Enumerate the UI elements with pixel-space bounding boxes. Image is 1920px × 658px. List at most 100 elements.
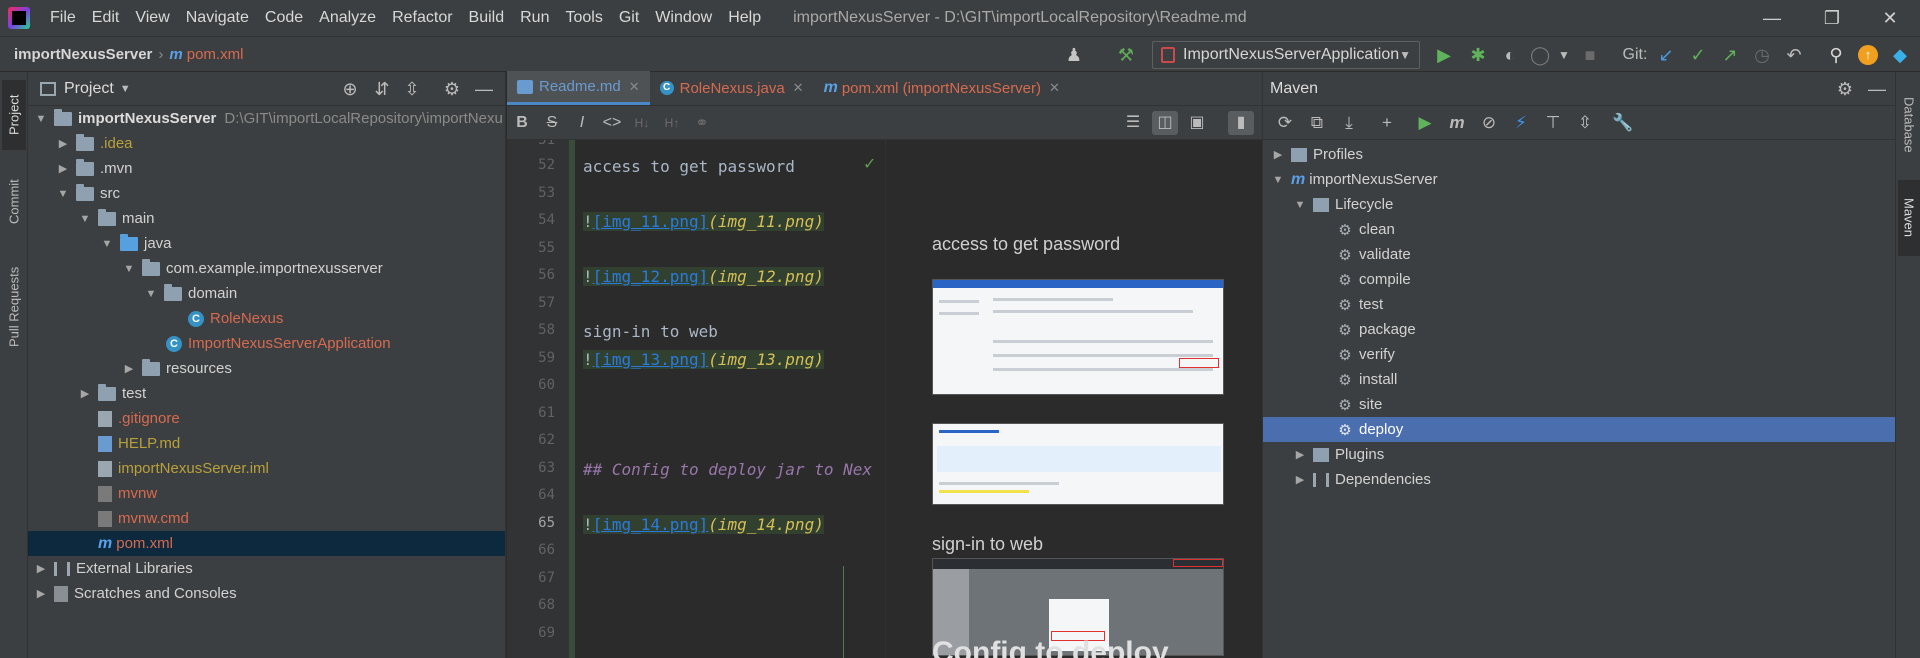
collapse-all-icon[interactable]: ⇳ [402, 79, 422, 99]
chevron-down-icon[interactable]: ▼ [56, 188, 70, 200]
markdown-preview[interactable]: access to get password sign-in to web Co… [885, 140, 1262, 658]
breadcrumb-project[interactable]: importNexusServer [14, 46, 152, 63]
maven-goal-clean[interactable]: ⚙ clean [1263, 217, 1896, 242]
italic-icon[interactable]: I [567, 114, 597, 132]
close-tab-icon[interactable]: ✕ [793, 80, 804, 96]
tree-item-gitignore[interactable]: .gitignore [28, 406, 505, 431]
hide-panel-icon[interactable]: — [1867, 79, 1887, 99]
git-push-icon[interactable]: ↗ [1720, 45, 1740, 65]
tool-tab-project[interactable]: Project [2, 80, 26, 150]
search-icon[interactable]: ⚲ [1826, 45, 1846, 65]
updates-icon[interactable]: ↑ [1858, 45, 1878, 65]
tree-item-idea[interactable]: ▶ .idea [28, 131, 505, 156]
chevron-right-icon[interactable]: ▶ [122, 362, 136, 375]
locate-icon[interactable]: ⊕ [340, 79, 360, 99]
menu-tools[interactable]: Tools [557, 9, 610, 27]
debug-icon[interactable]: ✱ [1468, 45, 1488, 65]
maven-item-lifecycle[interactable]: ▼ Lifecycle [1263, 192, 1896, 217]
maven-goal-site[interactable]: ⚙ site [1263, 392, 1896, 417]
chevron-right-icon[interactable]: ▶ [56, 162, 70, 175]
maven-goal-deploy[interactable]: ⚙ deploy [1263, 417, 1896, 442]
preview-only-icon[interactable]: ▣ [1184, 111, 1210, 135]
skip-tests-icon[interactable]: ⚡ [1505, 113, 1537, 133]
tool-tab-database[interactable]: Database [1898, 80, 1920, 170]
tree-item-mvnw[interactable]: mvnw [28, 481, 505, 506]
tree-item-application[interactable]: C ImportNexusServerApplication [28, 331, 505, 356]
maven-goal-compile[interactable]: ⚙ compile [1263, 267, 1896, 292]
menu-window[interactable]: Window [647, 9, 720, 27]
gear-icon[interactable]: ⚙ [442, 79, 462, 99]
chevron-right-icon[interactable]: ▶ [1271, 148, 1285, 161]
tab-rolenexus-java[interactable]: C RoleNexus.java ✕ [650, 71, 814, 105]
more-run-chevron-icon[interactable]: ▼ [1554, 45, 1574, 65]
code-link[interactable]: [img_14.png] [593, 515, 709, 534]
minimize-icon[interactable]: — [1760, 6, 1784, 30]
code-link[interactable]: [img_11.png] [593, 212, 709, 231]
menu-navigate[interactable]: Navigate [178, 9, 257, 27]
hide-panel-icon[interactable]: — [474, 79, 494, 99]
menu-refactor[interactable]: Refactor [384, 9, 460, 27]
tree-item-help-md[interactable]: HELP.md [28, 431, 505, 456]
execute-goal-icon[interactable]: m [1441, 113, 1473, 133]
tree-item-package[interactable]: ▼ com.example.importnexusserver [28, 256, 505, 281]
close-tab-icon[interactable]: ✕ [1049, 80, 1060, 96]
expand-all-icon[interactable]: ⇵ [372, 79, 392, 99]
tree-item-test[interactable]: ▶ test [28, 381, 505, 406]
chevron-right-icon[interactable]: ▶ [56, 137, 70, 150]
menu-build[interactable]: Build [461, 9, 513, 27]
toolbox-icon[interactable]: ◆ [1890, 45, 1910, 65]
maven-goal-install[interactable]: ⚙ install [1263, 367, 1896, 392]
maven-goal-verify[interactable]: ⚙ verify [1263, 342, 1896, 367]
code-link[interactable]: [img_12.png] [593, 267, 709, 286]
stop-icon[interactable]: ■ [1580, 45, 1600, 65]
close-tab-icon[interactable]: ✕ [629, 79, 640, 95]
tool-tab-commit[interactable]: Commit [2, 164, 26, 240]
chevron-down-icon[interactable]: ▼ [78, 213, 92, 225]
tree-item-rolenexus[interactable]: C RoleNexus [28, 306, 505, 331]
add-folder-icon[interactable]: ⧉ [1301, 113, 1333, 133]
tree-item-iml[interactable]: importNexusServer.iml [28, 456, 505, 481]
tree-item-domain[interactable]: ▼ domain [28, 281, 505, 306]
add-icon[interactable]: + [1371, 113, 1403, 133]
run-configuration-select[interactable]: ImportNexusServerApplication ▼ [1152, 41, 1420, 69]
maven-goal-test[interactable]: ⚙ test [1263, 292, 1896, 317]
tree-item-mvn[interactable]: ▶ .mvn [28, 156, 505, 181]
coverage-icon[interactable]: ◐ [1500, 45, 1520, 65]
chevron-right-icon[interactable]: ▶ [78, 387, 92, 400]
tree-item-src[interactable]: ▼ src [28, 181, 505, 206]
collapse-all-icon[interactable]: ⇳ [1569, 113, 1601, 133]
menu-view[interactable]: View [127, 9, 177, 27]
menu-edit[interactable]: Edit [84, 9, 128, 27]
header-increase-icon[interactable]: H↑ [657, 116, 687, 130]
maven-goal-package[interactable]: ⚙ package [1263, 317, 1896, 342]
strikethrough-icon[interactable]: S [537, 114, 567, 132]
gear-icon[interactable]: ⚙ [1835, 79, 1855, 99]
maven-item-project[interactable]: ▼ m importNexusServer [1263, 167, 1896, 192]
tree-item-project-root[interactable]: ▼ importNexusServer D:\GIT\importLocalRe… [28, 106, 505, 131]
code-icon[interactable]: <> [597, 114, 627, 132]
breadcrumb-file[interactable]: pom.xml [187, 46, 244, 63]
git-rollback-icon[interactable]: ↶ [1784, 45, 1804, 65]
code-editor[interactable]: 51 52 53 54 55 56 57 58 59 60 61 62 63 6… [507, 140, 884, 658]
restore-icon[interactable]: ❐ [1820, 6, 1844, 30]
tab-pom-xml[interactable]: m pom.xml (importNexusServer) ✕ [814, 71, 1070, 105]
bold-icon[interactable]: B [507, 114, 537, 132]
tab-readme-md[interactable]: Readme.md ✕ [507, 71, 650, 105]
project-panel-title[interactable]: Project [64, 80, 114, 98]
git-commit-icon[interactable]: ✓ [1688, 45, 1708, 65]
maven-item-plugins[interactable]: ▶ Plugins [1263, 442, 1896, 467]
git-update-icon[interactable]: ↙ [1656, 45, 1676, 65]
maven-goal-validate[interactable]: ⚙ validate [1263, 242, 1896, 267]
header-decrease-icon[interactable]: H↓ [627, 116, 657, 130]
chevron-down-icon[interactable]: ▼ [122, 263, 136, 275]
menu-analyze[interactable]: Analyze [311, 9, 384, 27]
download-icon[interactable]: ⤓ [1333, 113, 1365, 133]
tree-item-scratches[interactable]: ▶ Scratches and Consoles [28, 581, 505, 606]
maven-item-profiles[interactable]: ▶ Profiles [1263, 142, 1896, 167]
user-icon[interactable]: ♟ [1064, 45, 1084, 65]
menu-help[interactable]: Help [720, 9, 769, 27]
chevron-right-icon[interactable]: ▶ [34, 562, 48, 575]
tree-item-main[interactable]: ▼ main [28, 206, 505, 231]
chevron-down-icon[interactable]: ▼ [100, 238, 114, 250]
toggle-offline-icon[interactable]: ⊘ [1473, 113, 1505, 133]
